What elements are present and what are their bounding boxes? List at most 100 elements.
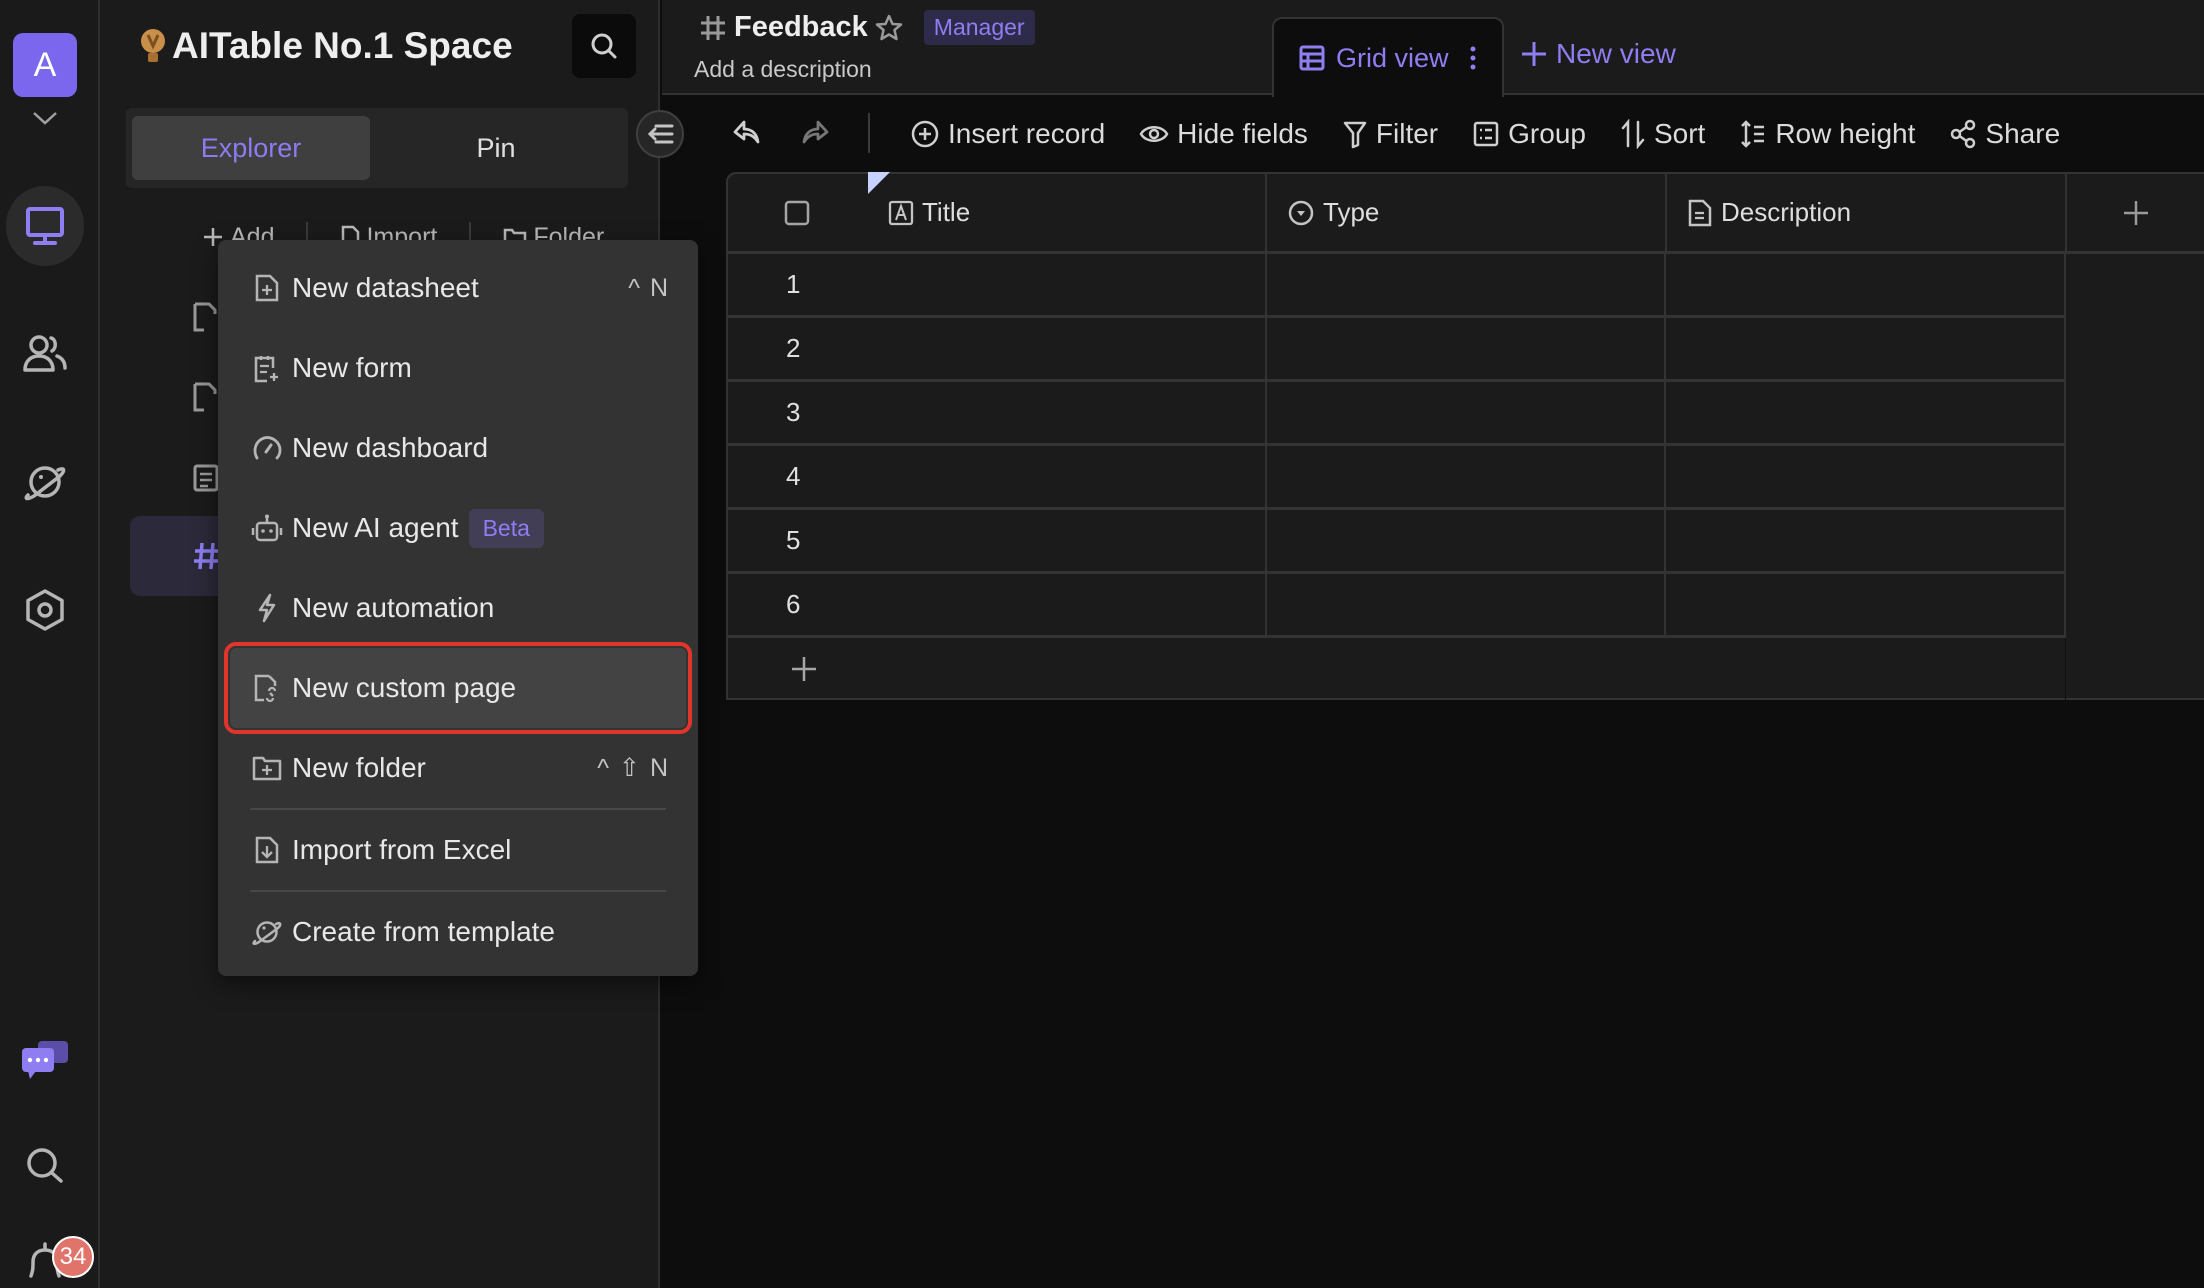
rail-workspace-button[interactable] [6, 186, 84, 266]
planet-icon [22, 462, 68, 502]
header-title-cell[interactable]: Title [728, 172, 1267, 251]
divider [868, 113, 870, 153]
shortcut-key: N [649, 273, 668, 302]
menu-item-new-folder[interactable]: New folder ^ ⇧ N [218, 728, 698, 808]
grid-header-row: Title Type Description [728, 172, 2204, 254]
data-grid: Title Type Description 1 2 3 4 5 6 [726, 172, 2204, 700]
title-cell[interactable]: 3 [728, 382, 1267, 443]
menu-item-import-from-excel[interactable]: Import from Excel [218, 810, 698, 890]
role-badge: Manager [923, 10, 1035, 45]
table-row[interactable]: 1 [728, 254, 2066, 318]
form-icon[interactable] [192, 462, 220, 492]
space-title[interactable]: AITable No.1 Space [140, 22, 513, 70]
title-cell[interactable]: 4 [728, 446, 1267, 507]
rail-chat-button[interactable] [6, 1020, 84, 1100]
table-row[interactable]: 3 [728, 382, 2066, 446]
chevron-down-icon[interactable] [30, 108, 60, 128]
menu-item-new-datasheet[interactable]: New datasheet ^ N [218, 248, 698, 328]
table-row[interactable]: 5 [728, 510, 2066, 574]
search-icon [25, 1146, 65, 1186]
beta-badge: Beta [468, 508, 544, 548]
custom-page-icon[interactable] [192, 302, 220, 332]
column-type-label: Type [1323, 197, 1380, 227]
group-button[interactable]: Group [1472, 118, 1586, 150]
menu-item-new-dashboard[interactable]: New dashboard [218, 408, 698, 488]
new-view-button[interactable]: New view [1520, 38, 1676, 70]
plus-icon [790, 655, 818, 683]
column-title-label: Title [922, 197, 971, 227]
sidebar-search-button[interactable] [572, 14, 636, 78]
add-node-menu: New datasheet ^ N New form New dashboard… [218, 240, 698, 976]
type-cell[interactable] [1267, 446, 1667, 507]
redo-button[interactable] [800, 119, 830, 147]
add-column-button[interactable] [2067, 174, 2204, 251]
settings-icon [24, 588, 66, 632]
description-cell[interactable] [1666, 446, 2066, 507]
star-icon[interactable] [874, 13, 904, 43]
description-cell[interactable] [1666, 318, 2066, 379]
tab-pin[interactable]: Pin [370, 116, 622, 180]
menu-item-new-ai-agent[interactable]: New AI agent Beta [218, 488, 698, 568]
tab-grid-view[interactable]: Grid view [1272, 17, 1504, 97]
group-label: Group [1508, 118, 1586, 149]
title-cell[interactable]: 5 [728, 510, 1267, 571]
insert-record-button[interactable]: Insert record [910, 118, 1105, 150]
share-button[interactable]: Share [1949, 118, 2060, 150]
menu-item-label: New dashboard [292, 432, 489, 463]
search-icon [590, 32, 618, 60]
table-row[interactable]: 4 [728, 446, 2066, 510]
type-cell[interactable] [1267, 254, 1667, 315]
collapse-sidebar-button[interactable] [636, 110, 684, 158]
rail-search-button[interactable] [6, 1126, 84, 1206]
rail-contacts-button[interactable] [6, 314, 84, 394]
menu-item-new-automation[interactable]: New automation [218, 568, 698, 648]
tab-explorer[interactable]: Explorer [132, 116, 370, 180]
menu-item-new-form[interactable]: New form [218, 328, 698, 408]
table-row[interactable]: 6 [728, 574, 2066, 638]
menu-item-label: New automation [292, 592, 495, 623]
insert-record-label: Insert record [948, 118, 1106, 149]
hide-fields-button[interactable]: Hide fields [1139, 118, 1308, 150]
menu-item-label: New custom page [292, 672, 517, 703]
type-cell[interactable] [1267, 318, 1667, 379]
description-cell[interactable] [1666, 574, 2066, 635]
collapse-icon [646, 123, 674, 145]
add-row-button[interactable] [728, 638, 2066, 700]
text-field-icon [888, 200, 914, 226]
undo-icon [732, 119, 762, 147]
rail-templates-button[interactable] [6, 442, 84, 522]
header-type-cell[interactable]: Type [1267, 174, 1667, 251]
menu-item-new-custom-page[interactable]: New custom page [224, 642, 692, 734]
shortcut-key: N [649, 753, 668, 782]
menu-item-label: New AI agent [292, 512, 459, 543]
sort-label: Sort [1653, 118, 1706, 149]
custom-page-icon[interactable] [192, 382, 220, 412]
datasheet-title[interactable]: Feedback [734, 11, 868, 44]
title-cell[interactable]: 6 [728, 574, 1267, 635]
frozen-column-marker[interactable] [868, 172, 890, 194]
undo-button[interactable] [732, 119, 762, 147]
title-cell[interactable]: 2 [728, 318, 1267, 379]
row-height-button[interactable]: Row height [1739, 118, 1915, 150]
type-cell[interactable] [1267, 510, 1667, 571]
menu-item-create-from-template[interactable]: Create from template [218, 892, 698, 972]
notification-count-badge: 34 [52, 1236, 94, 1278]
header-description-cell[interactable]: Description [1667, 174, 2067, 251]
description-cell[interactable] [1666, 510, 2066, 571]
description-cell[interactable] [1666, 382, 2066, 443]
title-cell[interactable]: 1 [728, 254, 1267, 315]
new-view-label: New view [1556, 38, 1676, 69]
rail-settings-button[interactable] [6, 570, 84, 650]
more-vertical-icon[interactable] [1469, 45, 1477, 71]
table-row[interactable]: 2 [728, 318, 2066, 382]
description-cell[interactable] [1666, 254, 2066, 315]
filter-button[interactable]: Filter [1342, 118, 1438, 150]
select-all-checkbox[interactable] [784, 200, 810, 226]
description-input[interactable]: Add a description [694, 56, 872, 83]
users-icon [22, 334, 68, 374]
type-cell[interactable] [1267, 574, 1667, 635]
sort-button[interactable]: Sort [1620, 118, 1705, 150]
lightning-icon [250, 593, 284, 623]
type-cell[interactable] [1267, 382, 1667, 443]
space-avatar[interactable]: A [13, 33, 77, 97]
